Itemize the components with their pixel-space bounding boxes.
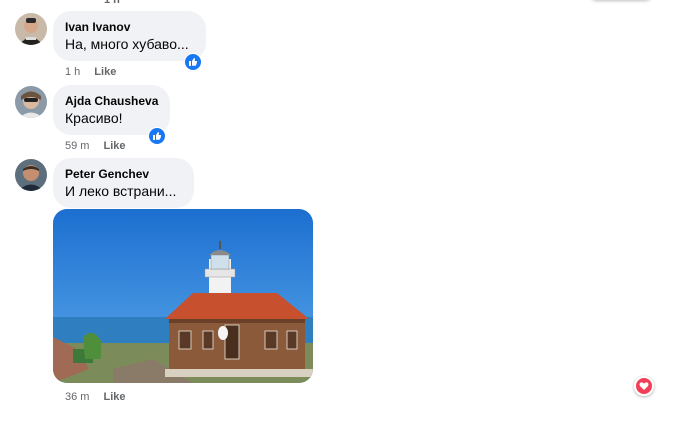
comment-bubble: Peter Genchev И леко встрани... [53, 158, 194, 208]
comment-time[interactable]: 36 m [65, 391, 89, 403]
comment-meta: 36 m Like [65, 391, 125, 403]
avatar[interactable] [15, 159, 47, 191]
timestamp: 1 h [104, 0, 120, 6]
like-icon [153, 132, 162, 140]
comment-meta: 59 m Like [65, 140, 125, 152]
like-button[interactable]: Like [94, 66, 116, 78]
comment-text: И леко встрани... [65, 183, 177, 199]
like-reaction-badge[interactable] [184, 53, 202, 71]
like-button[interactable]: Like [103, 391, 125, 403]
comment-meta: 1 h Like [65, 66, 116, 78]
avatar[interactable] [15, 86, 47, 118]
like-button[interactable]: Like [103, 140, 125, 152]
heart-icon [639, 382, 649, 390]
comment-text: На, много хубаво... [65, 36, 189, 52]
comment-author[interactable]: Peter Genchev [65, 166, 182, 182]
avatar[interactable] [15, 13, 47, 45]
comment-text: Красиво! [65, 110, 123, 126]
comment-photo[interactable] [53, 209, 313, 383]
lighthouse-photo [53, 209, 313, 383]
comment-time[interactable]: 1 h [65, 66, 80, 78]
comment-time[interactable]: 59 m [65, 140, 89, 152]
like-icon [189, 58, 198, 66]
love-reaction-badge[interactable] [634, 376, 654, 396]
comment-author[interactable]: Ivan Ivanov [65, 19, 194, 35]
previous-comment-remnant: 1 h [0, 0, 684, 6]
like-reaction-badge[interactable] [148, 127, 166, 145]
comment-author[interactable]: Ajda Chausheva [65, 93, 158, 109]
comment-bubble: Ivan Ivanov На, много хубаво... [53, 11, 206, 61]
